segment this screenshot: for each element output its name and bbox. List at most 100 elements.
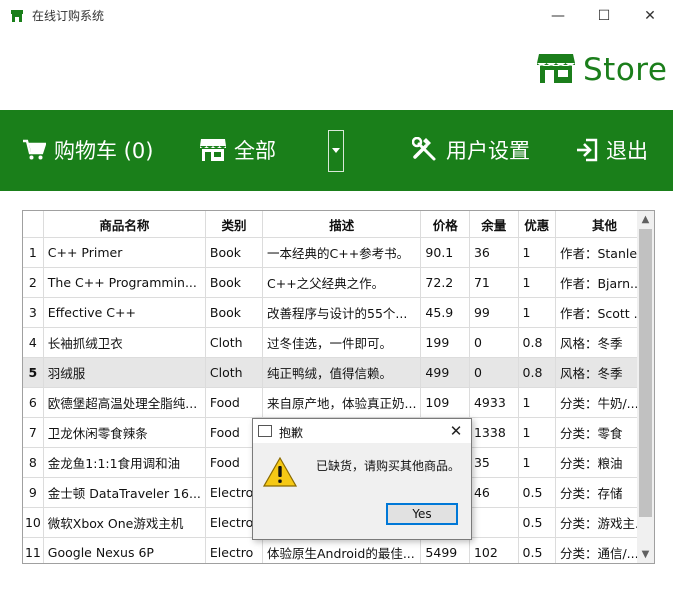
cell-stock[interactable]: 0	[469, 327, 519, 358]
cell-discount[interactable]: 0.8	[518, 327, 556, 358]
cell-discount[interactable]: 1	[518, 297, 556, 328]
cell-price[interactable]: 109	[420, 387, 470, 418]
chevron-down-icon	[332, 148, 340, 153]
row-number[interactable]: 4	[23, 327, 44, 358]
category-all-button[interactable]: 全部	[200, 132, 276, 168]
cell-category[interactable]: Book	[205, 237, 264, 268]
cell-stock[interactable]: 102	[469, 537, 519, 563]
column-header-category[interactable]: 类别	[205, 211, 264, 238]
row-number[interactable]: 11	[23, 537, 44, 563]
cell-name[interactable]: Google Nexus 6P	[43, 537, 206, 563]
cell-name[interactable]: Effective C++	[43, 297, 206, 328]
cell-discount[interactable]: 0.5	[518, 537, 556, 563]
table-row[interactable]: 3 Effective C++ Book 改善程序与设计的55个... 45.9 99 1 作…	[23, 297, 654, 328]
cell-stock[interactable]: 36	[469, 237, 519, 268]
cell-name[interactable]: 羽绒服	[43, 357, 206, 388]
cell-stock[interactable]: 35	[469, 447, 519, 478]
exit-button[interactable]: 退出	[576, 132, 648, 168]
cell-name[interactable]: 金龙鱼1:1:1食用调和油	[43, 447, 206, 478]
cell-stock[interactable]: 71	[469, 267, 519, 298]
cell-stock[interactable]: 1338	[469, 417, 519, 448]
cell-name[interactable]: 微软Xbox One游戏主机	[43, 507, 206, 538]
category-dropdown[interactable]	[328, 130, 344, 172]
cell-description[interactable]: 来自原产地，体验真正奶...	[262, 387, 422, 418]
scroll-up-icon[interactable]: ▲	[637, 211, 654, 228]
column-header-price[interactable]: 价格	[420, 211, 470, 238]
cell-discount[interactable]: 1	[518, 447, 556, 478]
row-number[interactable]: 6	[23, 387, 44, 418]
minimize-button[interactable]: —	[535, 0, 581, 32]
cell-stock[interactable]: 46	[469, 477, 519, 508]
cell-discount[interactable]: 0.8	[518, 357, 556, 388]
cell-price[interactable]: 499	[420, 357, 470, 388]
cell-category[interactable]: Book	[205, 297, 264, 328]
cell-category[interactable]: Electro	[205, 537, 264, 563]
table-row[interactable]: 6 欧德堡超高温处理全脂纯... Food 来自原产地，体验真正奶... 109 4933…	[23, 387, 654, 418]
table-header: 商品名称 类别 描述 价格 余量 优惠 其他	[23, 211, 654, 238]
cell-stock[interactable]	[469, 507, 519, 538]
cell-name[interactable]: C++ Primer	[43, 237, 206, 268]
cell-description[interactable]: 体验原生Android的最佳...	[262, 537, 422, 563]
column-header-name[interactable]: 商品名称	[43, 211, 206, 238]
column-header-description[interactable]: 描述	[262, 211, 422, 238]
dialog-body: 已缺货，请购买其他商品。 Yes	[253, 443, 471, 539]
cell-name[interactable]: 长袖抓绒卫衣	[43, 327, 206, 358]
cell-discount[interactable]: 1	[518, 267, 556, 298]
table-row[interactable]: 1 C++ Primer Book 一本经典的C++参考书。 90.1 36 1 作者：Sta…	[23, 237, 654, 268]
dialog-title: 抱歉	[279, 426, 304, 440]
dialog-close-button[interactable]: ✕	[445, 421, 467, 441]
maximize-button[interactable]: ☐	[581, 0, 627, 32]
column-header-discount[interactable]: 优惠	[518, 211, 556, 238]
user-settings-button[interactable]: 用户设置	[412, 132, 530, 168]
cell-category[interactable]: Book	[205, 267, 264, 298]
row-number[interactable]: 1	[23, 237, 44, 268]
cell-name[interactable]: 欧德堡超高温处理全脂纯...	[43, 387, 206, 418]
row-number[interactable]: 8	[23, 447, 44, 478]
cell-discount[interactable]: 1	[518, 387, 556, 418]
cell-description[interactable]: 纯正鸭绒，值得信赖。	[262, 357, 422, 388]
cart-button[interactable]: 购物车 (0)	[22, 132, 153, 168]
row-number[interactable]: 2	[23, 267, 44, 298]
cell-name[interactable]: 卫龙休闲零食辣条	[43, 417, 206, 448]
cell-category[interactable]: Cloth	[205, 327, 264, 358]
close-button[interactable]: ✕	[627, 0, 673, 32]
cell-name[interactable]: The C++ Programmin...	[43, 267, 206, 298]
cell-discount[interactable]: 1	[518, 237, 556, 268]
cell-price[interactable]: 72.2	[420, 267, 470, 298]
row-number[interactable]: 7	[23, 417, 44, 448]
cell-description[interactable]: 一本经典的C++参考书。	[262, 237, 422, 268]
cell-stock[interactable]: 4933	[469, 387, 519, 418]
vertical-scrollbar[interactable]: ▲ ▼	[637, 211, 654, 563]
cell-stock[interactable]: 0	[469, 357, 519, 388]
cell-discount[interactable]: 0.5	[518, 507, 556, 538]
cell-description[interactable]: 改善程序与设计的55个...	[262, 297, 422, 328]
scroll-down-icon[interactable]: ▼	[637, 546, 654, 563]
row-number[interactable]: 9	[23, 477, 44, 508]
row-number[interactable]: 3	[23, 297, 44, 328]
cell-discount[interactable]: 1	[518, 417, 556, 448]
scrollbar-thumb[interactable]	[639, 229, 652, 517]
cell-category[interactable]: Food	[205, 387, 264, 418]
table-row[interactable]: 4 长袖抓绒卫衣 Cloth 过冬佳选，一件即可。 199 0 0.8 风格：冬季	[23, 327, 654, 358]
cell-discount[interactable]: 0.5	[518, 477, 556, 508]
cell-price[interactable]: 45.9	[420, 297, 470, 328]
cell-price[interactable]: 5499	[420, 537, 470, 563]
cell-category[interactable]: Cloth	[205, 357, 264, 388]
cell-description[interactable]: C++之父经典之作。	[262, 267, 422, 298]
table-row[interactable]: 2 The C++ Programmin... Book C++之父经典之作。 72.2…	[23, 267, 654, 298]
row-number[interactable]: 10	[23, 507, 44, 538]
row-number[interactable]: 5	[23, 357, 44, 388]
cell-stock[interactable]: 99	[469, 297, 519, 328]
table-row-selected[interactable]: 5 羽绒服 Cloth 纯正鸭绒，值得信赖。 499 0 0.8 风格：冬季	[23, 357, 654, 388]
corner-cell	[23, 211, 44, 238]
table-row[interactable]: 11 Google Nexus 6P Electro 体验原生Android的最佳..…	[23, 537, 654, 563]
cell-description[interactable]: 过冬佳选，一件即可。	[262, 327, 422, 358]
exit-label: 退出	[606, 139, 648, 163]
store-icon	[200, 139, 226, 161]
cell-price[interactable]: 199	[420, 327, 470, 358]
column-header-stock[interactable]: 余量	[469, 211, 519, 238]
yes-button[interactable]: Yes	[386, 503, 458, 525]
cell-price[interactable]: 90.1	[420, 237, 470, 268]
cell-name[interactable]: 金士顿 DataTraveler 16...	[43, 477, 206, 508]
window-icon	[258, 425, 272, 437]
